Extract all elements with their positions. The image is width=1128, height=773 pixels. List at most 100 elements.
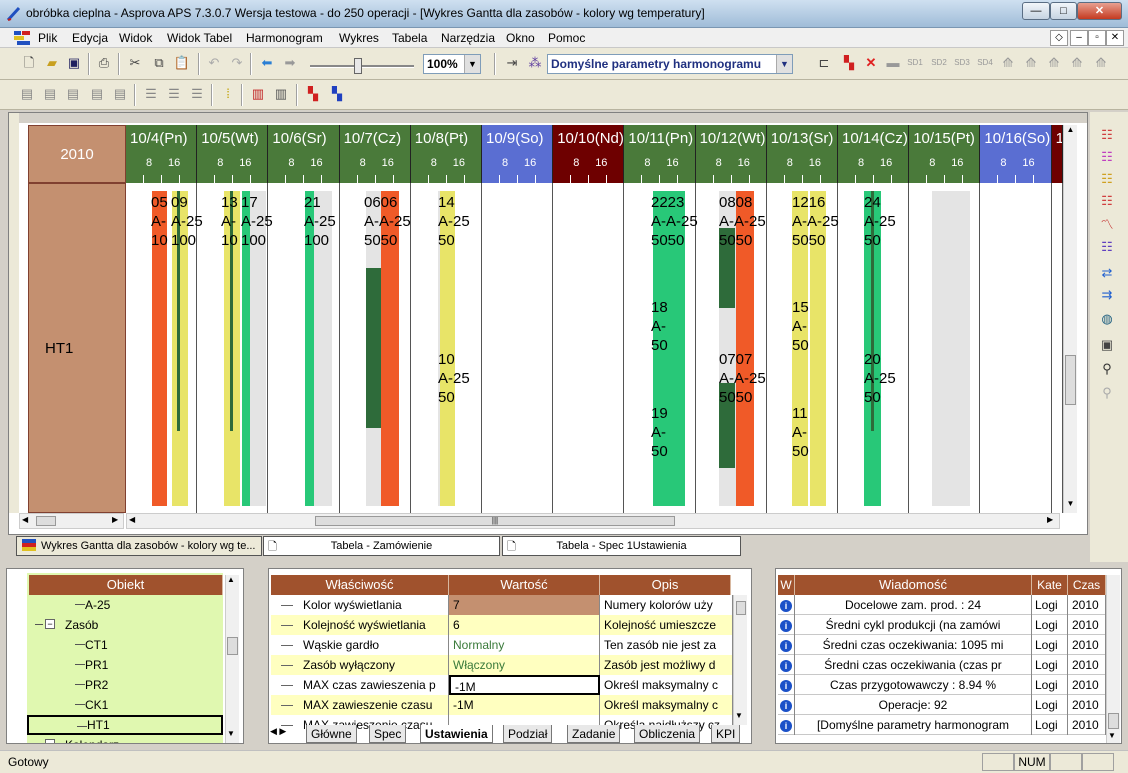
reschedule-icon[interactable]: ⇥: [503, 54, 521, 72]
gray-arrow-icon-4[interactable]: ⟰: [1068, 54, 1086, 72]
layout-icon-1[interactable]: ▤: [18, 85, 36, 103]
scroll-up-icon[interactable]: ▲: [1064, 125, 1077, 139]
color-flag-icon[interactable]: ▚: [304, 85, 322, 103]
arrow-right-icon[interactable]: ➡: [281, 54, 299, 72]
tab-spec[interactable]: Spec: [369, 725, 407, 743]
print-icon[interactable]: ⎙: [95, 54, 113, 72]
tree-scrollbar[interactable]: ▲ ▼: [225, 575, 239, 743]
message-row[interactable]: i Średni czas oczekiwania: 1095 mi Logi 201…: [778, 635, 1106, 655]
paste-icon[interactable]: 📋: [173, 54, 191, 72]
sd3-icon[interactable]: SD3: [953, 54, 971, 72]
globe-icon[interactable]: ◍: [1098, 310, 1116, 328]
row-icon-1[interactable]: ☰: [142, 85, 160, 103]
operation-label[interactable]: 05 A- 10: [151, 193, 168, 250]
day-header[interactable]: 10/7(Cz) 8 16: [339, 125, 411, 183]
gray-icon-1[interactable]: ▬: [884, 54, 902, 72]
layout-icon-2[interactable]: ▤: [41, 85, 59, 103]
tab-ustawienia[interactable]: Ustawienia: [420, 725, 493, 743]
copy-icon[interactable]: ⧉: [150, 54, 168, 72]
operation-label[interactable]: 17 A-25 100: [241, 193, 273, 250]
gray-arrow-icon-3[interactable]: ⟰: [1045, 54, 1063, 72]
property-row[interactable]: Zasób wyłączony Włączony Zasób jest możliw…: [271, 655, 733, 675]
doc-tab-order-table[interactable]: 🗋 Tabela - Zamówienie: [263, 536, 500, 556]
day-header[interactable]: 10/11(Pn) 8 16: [624, 125, 696, 183]
load-view-icon[interactable]: ☷: [1098, 170, 1116, 188]
day-header[interactable]: 10/13(Sr) 8 16: [766, 125, 838, 183]
day-header[interactable]: 10/8(Pt) 8 16: [410, 125, 482, 183]
scroll-down-icon[interactable]: ▼: [735, 711, 743, 720]
operation-label[interactable]: 0808 A-A-25 5050: [719, 193, 766, 250]
props-scrollbar[interactable]: ▼: [733, 595, 747, 725]
tab-zadanie[interactable]: Zadanie: [567, 725, 621, 743]
zoom-slider[interactable]: [310, 58, 414, 74]
zoom-in-icon[interactable]: ⚲: [1098, 360, 1116, 378]
tree-row[interactable]: −CT1: [27, 635, 223, 655]
params-combo[interactable]: Domyślne parametry harmonogramu ▼: [547, 54, 793, 74]
tree-row[interactable]: −HT1: [27, 715, 223, 735]
mdi-restore-icon[interactable]: ◇: [1050, 30, 1068, 46]
tree-row[interactable]: −CK1: [27, 695, 223, 715]
resource-header[interactable]: HT1: [28, 183, 126, 513]
operation-label[interactable]: 2223 A-A-25 5050: [651, 193, 698, 250]
tree-row[interactable]: −PR2: [27, 675, 223, 695]
menu-pomoc[interactable]: Pomoc: [548, 31, 585, 45]
operation-label[interactable]: 11 A- 50: [792, 404, 809, 461]
scroll-thumb[interactable]: [1065, 355, 1076, 405]
sd2-icon[interactable]: SD2: [930, 54, 948, 72]
operation-bar[interactable]: [366, 268, 382, 428]
mdi-doc-icon[interactable]: [14, 31, 30, 45]
table-view-icon[interactable]: ☷: [1098, 192, 1116, 210]
swap-arrows-icon[interactable]: ⇄: [1098, 264, 1116, 282]
layout-icon-3[interactable]: ▤: [64, 85, 82, 103]
property-row[interactable]: Kolor wyświetlania 7 Numery kolorów uży: [271, 595, 733, 615]
day-header[interactable]: 10/10(Nd) 8 16: [553, 125, 625, 183]
menu-widok[interactable]: Widok: [119, 31, 152, 45]
day-header[interactable]: 10/9(So) 8 16: [482, 125, 554, 183]
zoom-out-icon[interactable]: ⚲: [1098, 384, 1116, 402]
arrow-icon[interactable]: ⇉: [1098, 286, 1116, 304]
message-row[interactable]: i Średni cykl produkcji (na zamówi Logi 201…: [778, 615, 1106, 635]
day-header[interactable]: 10/5(Wt) 8 16: [197, 125, 269, 183]
property-value[interactable]: -1M: [449, 675, 600, 695]
tab-obliczenia[interactable]: Obliczenia: [634, 725, 701, 743]
operation-label[interactable]: 09 A-25 100: [171, 193, 203, 250]
day-header[interactable]: 10/12(Wt) 8 16: [695, 125, 767, 183]
undo-icon[interactable]: ↶: [205, 54, 223, 72]
gantt-horizontal-scrollbar[interactable]: ◀ ||| ▶: [126, 513, 1060, 529]
mdi-maximize-button[interactable]: ▫: [1088, 30, 1106, 46]
operation-label[interactable]: 15 A- 50: [792, 298, 809, 355]
property-row[interactable]: Kolejność wyświetlania 6 Kolejność umieszc…: [271, 615, 733, 635]
operation-label[interactable]: 19 A- 50: [651, 404, 668, 461]
operation-label[interactable]: 20 A-25 50: [864, 350, 896, 407]
day-header[interactable]: 10/14(Cz) 8 16: [838, 125, 910, 183]
minimize-button[interactable]: —: [1022, 2, 1050, 20]
operation-label[interactable]: 13 A- 10: [221, 193, 238, 250]
scroll-down-icon[interactable]: ▼: [1108, 731, 1116, 740]
mdi-minimize-button[interactable]: –: [1070, 30, 1088, 46]
message-row[interactable]: i [Domyślne parametry harmonogram Logi 2010: [778, 715, 1106, 735]
tree-row[interactable]: − Kalendarz: [27, 735, 223, 743]
open-folder-icon[interactable]: ▰: [43, 54, 61, 72]
line-chart-icon[interactable]: 〽: [1098, 216, 1116, 234]
redo-icon[interactable]: ↷: [228, 54, 246, 72]
property-value[interactable]: Normalny: [449, 635, 600, 655]
color-flag-icon-2[interactable]: ▚: [328, 85, 346, 103]
gray-arrow-icon-1[interactable]: ⟰: [999, 54, 1017, 72]
operation-label[interactable]: 14 A-25 50: [438, 193, 470, 250]
arrow-left-icon[interactable]: ⬅: [258, 54, 276, 72]
operation-label[interactable]: 24 A-25 50: [864, 193, 896, 250]
gray-arrow-icon-2[interactable]: ⟰: [1022, 54, 1040, 72]
scroll-thumb[interactable]: [736, 601, 746, 615]
operation-label[interactable]: 21 A-25 100: [304, 193, 336, 250]
day-header[interactable]: 10/16(So) 8 16: [980, 125, 1052, 183]
maximize-button[interactable]: □: [1050, 2, 1077, 20]
message-row[interactable]: i Operacje: 92 Logi 2010: [778, 695, 1106, 715]
close-button[interactable]: ✕: [1077, 2, 1122, 20]
tree-row[interactable]: −A-25: [27, 595, 223, 615]
matrix-icon[interactable]: ☷: [1098, 238, 1116, 256]
message-row[interactable]: i Średni czas oczekiwania (czas pr Logi 201…: [778, 655, 1106, 675]
color-view-icon[interactable]: ☷: [1098, 148, 1116, 166]
new-file-icon[interactable]: 🗋: [20, 54, 38, 72]
left-horizontal-scrollbar[interactable]: ◀ ▶: [19, 513, 124, 529]
collapse-icon[interactable]: −: [45, 619, 55, 629]
